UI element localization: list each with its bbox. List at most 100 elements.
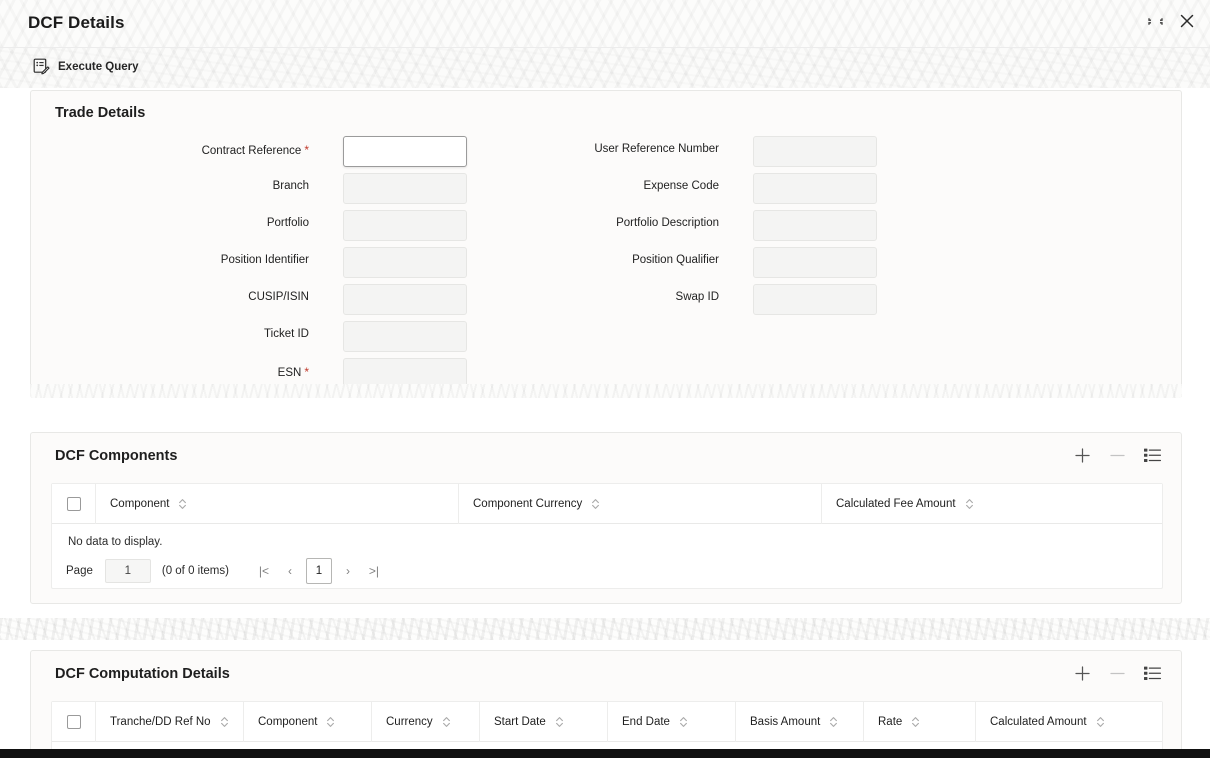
trade-details-left-column: Contract Reference * Branch Portfolio Positi… <box>61 136 467 395</box>
sort-icon <box>220 716 229 728</box>
trade-details-field-row: Expense Code <box>471 173 877 205</box>
field-label: ESN * <box>277 365 309 379</box>
field-input-position-qualifier[interactable] <box>753 247 877 278</box>
field-input-branch[interactable] <box>343 173 467 204</box>
column-label: Start Date <box>494 715 546 728</box>
required-marker: * <box>304 143 309 157</box>
field-label: Contract Reference * <box>201 143 309 157</box>
section-divider <box>0 618 1210 640</box>
sort-icon <box>1096 716 1105 728</box>
dcf-components-panel: DCF Components Component Component Curre… <box>30 432 1182 604</box>
select-all-cell <box>52 483 96 524</box>
pager-first-button[interactable]: |< <box>251 559 277 583</box>
column-label: Component Currency <box>473 497 583 510</box>
trade-details-field-row: CUSIP/ISIN <box>61 284 467 316</box>
trade-details-field-row: Ticket ID <box>61 321 467 353</box>
dcf-details-window: DCF Details Execute Query Trade Details … <box>0 0 1210 758</box>
field-label: Ticket ID <box>264 328 309 340</box>
trade-details-field-row: User Reference Number <box>471 136 877 168</box>
sort-icon <box>591 498 600 510</box>
field-input-position-identifier[interactable] <box>343 247 467 278</box>
column-header-rate[interactable]: Rate <box>864 701 976 742</box>
column-label: Calculated Fee Amount <box>836 497 956 510</box>
column-header-currency[interactable]: Currency <box>372 701 480 742</box>
column-header-basis-amount[interactable]: Basis Amount <box>736 701 864 742</box>
field-input-portfolio-description[interactable] <box>753 210 877 241</box>
column-header-start-date[interactable]: Start Date <box>480 701 608 742</box>
select-all-checkbox[interactable] <box>66 496 81 511</box>
execute-query-button[interactable]: Execute Query <box>33 58 139 75</box>
trade-details-field-row: Contract Reference * <box>61 136 467 168</box>
field-input-expense-code[interactable] <box>753 173 877 204</box>
column-label: Component <box>258 715 318 728</box>
field-input-contract-reference[interactable] <box>343 136 467 167</box>
trade-details-field-row: Swap ID <box>471 284 877 316</box>
trade-details-field-row: Portfolio Description <box>471 210 877 242</box>
pager-prev-button[interactable]: ‹ <box>277 559 303 583</box>
field-input-portfolio[interactable] <box>343 210 467 241</box>
pager-next-button[interactable]: › <box>335 559 361 583</box>
column-label: Currency <box>386 715 433 728</box>
field-label: Position Identifier <box>220 254 309 266</box>
column-label: Basis Amount <box>750 715 821 728</box>
dcf-computation-header-row: Tranche/DD Ref No Component Currency Start … <box>52 701 1162 742</box>
column-label: End Date <box>622 715 670 728</box>
execute-query-label: Execute Query <box>58 60 139 73</box>
dcf-components-header-row: Component Component Currency Calculated … <box>52 483 1162 524</box>
column-label: Calculated Amount <box>990 715 1087 728</box>
list-view-icon[interactable] <box>1144 448 1162 463</box>
column-header-tranche-dd-ref-no[interactable]: Tranche/DD Ref No <box>96 701 244 742</box>
window-bottom-edge <box>0 749 1210 758</box>
dcf-computation-details-panel: DCF Computation Details Tranche/DD Ref N… <box>30 650 1182 754</box>
window-header: DCF Details <box>0 0 1210 48</box>
dcf-components-tools <box>1074 447 1162 464</box>
pager-page-input[interactable] <box>104 559 151 583</box>
select-all-cell <box>52 701 96 742</box>
select-all-checkbox[interactable] <box>66 714 81 729</box>
field-label: Swap ID <box>675 291 719 303</box>
minus-icon[interactable] <box>1109 665 1126 682</box>
field-label: User Reference Number <box>594 143 719 155</box>
field-input-ticket-id[interactable] <box>343 321 467 352</box>
column-header-end-date[interactable]: End Date <box>608 701 736 742</box>
column-header-component[interactable]: Component <box>96 483 459 524</box>
sort-icon <box>829 716 838 728</box>
trade-details-field-row: Position Qualifier <box>471 247 877 279</box>
field-input-cusip-isin[interactable] <box>343 284 467 315</box>
trade-details-right-column: User Reference Number Expense Code Portfol… <box>471 136 877 321</box>
sort-icon <box>965 498 974 510</box>
dcf-components-empty-message: No data to display. <box>68 536 163 548</box>
plus-icon[interactable] <box>1074 665 1091 682</box>
sort-icon <box>911 716 920 728</box>
column-header-component-currency[interactable]: Component Currency <box>459 483 822 524</box>
column-header-calculated-fee-amount[interactable]: Calculated Fee Amount <box>822 484 1162 524</box>
field-label: Portfolio Description <box>616 217 719 229</box>
pager-items-count: (0 of 0 items) <box>161 565 229 577</box>
field-label: CUSIP/ISIN <box>248 291 309 303</box>
close-icon[interactable] <box>1178 12 1196 30</box>
field-label: Position Qualifier <box>632 254 719 266</box>
sort-icon <box>442 716 451 728</box>
column-header-component[interactable]: Component <box>244 701 372 742</box>
plus-icon[interactable] <box>1074 447 1091 464</box>
field-input-user-reference-number[interactable] <box>753 136 877 167</box>
column-label: Tranche/DD Ref No <box>110 715 211 728</box>
dcf-components-pager: Page (0 of 0 items) |< ‹ 1 › >| <box>52 548 1162 584</box>
trade-details-title: Trade Details <box>55 105 146 121</box>
list-view-icon[interactable] <box>1144 666 1162 681</box>
toolbar: Execute Query <box>0 48 1210 88</box>
column-label: Component <box>110 497 170 510</box>
collapse-corners-icon[interactable] <box>1147 13 1164 30</box>
field-label: Portfolio <box>266 217 309 229</box>
minus-icon[interactable] <box>1109 447 1126 464</box>
required-marker: * <box>304 365 309 379</box>
column-header-calculated-amount[interactable]: Calculated Amount <box>976 702 1162 742</box>
sort-icon <box>178 498 187 510</box>
field-input-swap-id[interactable] <box>753 284 877 315</box>
trade-details-panel: Trade Details Contract Reference * Branch P… <box>30 90 1182 398</box>
pager-current-page[interactable]: 1 <box>305 558 332 584</box>
sort-icon <box>555 716 564 728</box>
trade-details-field-row: Position Identifier <box>61 247 467 279</box>
sort-icon <box>679 716 688 728</box>
pager-last-button[interactable]: >| <box>361 559 387 583</box>
